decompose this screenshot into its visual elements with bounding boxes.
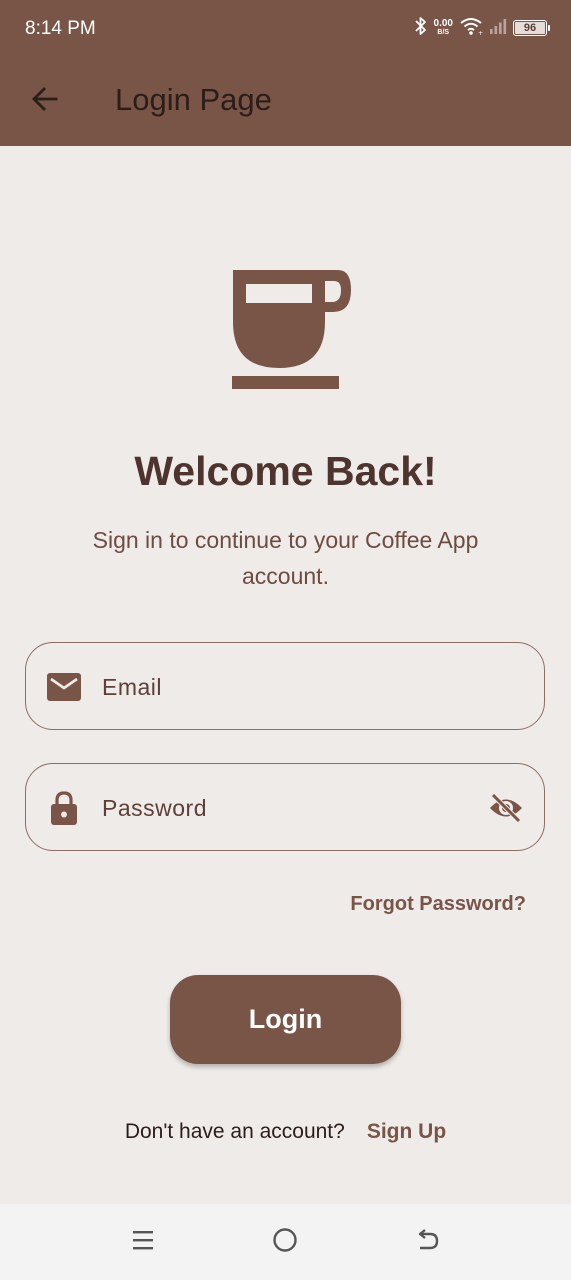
arrow-left-icon [31, 85, 59, 118]
password-input[interactable] [102, 784, 482, 832]
system-back-button[interactable] [406, 1220, 450, 1264]
mail-icon [46, 669, 82, 705]
signal-icon [489, 17, 507, 40]
wifi-icon: + [459, 16, 483, 41]
app-bar: Login Page [0, 58, 571, 146]
home-circle-icon [272, 1227, 298, 1258]
welcome-heading: Welcome Back! [134, 448, 437, 494]
login-button[interactable]: Login [170, 975, 401, 1064]
welcome-subtitle: Sign in to continue to your Coffee App a… [92, 527, 479, 589]
back-button[interactable] [22, 78, 68, 124]
net-speed-indicator: 0.00 B/S [434, 19, 453, 37]
back-icon [416, 1228, 440, 1256]
lock-icon [46, 790, 82, 826]
forgot-password-link[interactable]: Forgot Password? [350, 893, 526, 916]
eye-off-icon[interactable] [486, 788, 526, 828]
menu-icon [132, 1230, 154, 1255]
email-input[interactable] [102, 663, 482, 711]
net-speed-value: 0.00 [433, 18, 453, 29]
home-button[interactable] [263, 1220, 307, 1264]
status-bar: 8:14 PM 0.00 B/S + 96 [0, 0, 571, 58]
coffee-cup-icon [230, 268, 354, 392]
net-speed-unit: B/S [437, 29, 450, 36]
page-title: Login Page [115, 82, 272, 117]
email-field[interactable] [25, 642, 545, 730]
battery-icon: 96 [513, 20, 550, 36]
status-icons: 0.00 B/S + 96 [414, 16, 550, 41]
password-field[interactable] [25, 763, 545, 851]
battery-level: 96 [523, 22, 537, 34]
signup-row: Don't have an account? Sign Up [0, 1120, 571, 1144]
signup-prompt: Don't have an account? [124, 1120, 345, 1143]
status-time: 8:14 PM [25, 18, 96, 39]
svg-text:+: + [478, 30, 483, 36]
system-nav-bar [0, 1204, 571, 1280]
recent-apps-button[interactable] [121, 1220, 165, 1264]
bluetooth-icon [414, 16, 428, 41]
sign-up-link[interactable]: Sign Up [367, 1120, 446, 1143]
